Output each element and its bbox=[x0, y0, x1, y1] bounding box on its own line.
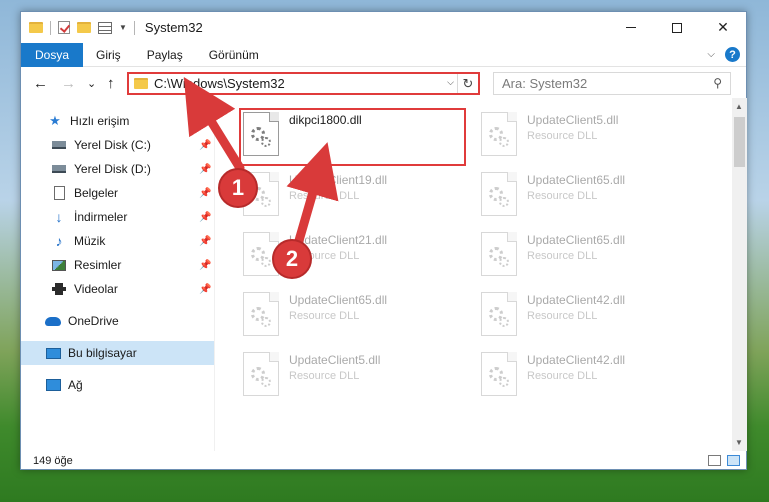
arrow-to-address-bar bbox=[183, 77, 245, 173]
callout-badge-1: 1 bbox=[218, 168, 258, 208]
arrow-to-file bbox=[286, 142, 339, 249]
callout-arrows bbox=[183, 77, 339, 249]
callout-badge-2: 2 bbox=[272, 239, 312, 279]
